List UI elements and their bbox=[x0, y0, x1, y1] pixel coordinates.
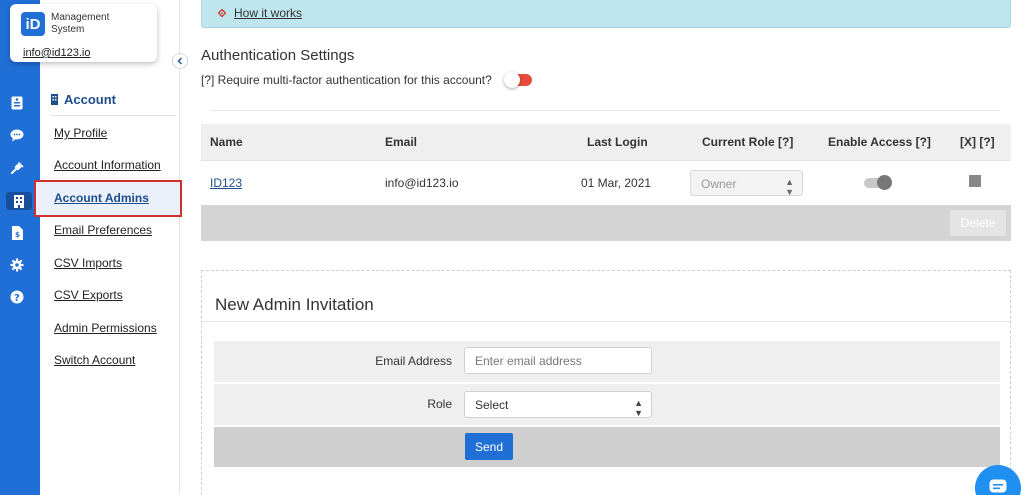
divider bbox=[210, 110, 1000, 111]
send-button[interactable]: Send bbox=[465, 433, 513, 460]
table-row: ID123 info@id123.io 01 Mar, 2021 Owner ▲… bbox=[201, 160, 1011, 205]
mfa-label: [?] Require multi-factor authentication … bbox=[201, 73, 492, 87]
admin-last-login: 01 Mar, 2021 bbox=[581, 176, 652, 190]
role-dropdown[interactable]: Select ▲ ▼ bbox=[464, 391, 652, 418]
admin-email: info@id123.io bbox=[385, 176, 459, 190]
remove-checkbox[interactable] bbox=[969, 175, 981, 187]
role-dropdown-value: Select bbox=[475, 398, 509, 412]
icon-rail: $ ? bbox=[0, 0, 40, 495]
select-arrows-icon: ▲ ▼ bbox=[634, 398, 643, 418]
svg-text:$: $ bbox=[15, 231, 20, 239]
role-label: Role bbox=[427, 397, 452, 411]
chat-bubble-icon bbox=[989, 479, 1007, 493]
select-arrows-icon: ▲ ▼ bbox=[785, 177, 794, 197]
sidebar-item-email-preferences[interactable]: Email Preferences bbox=[54, 223, 152, 237]
sidebar-section-title: Account bbox=[51, 92, 116, 107]
plug-icon[interactable] bbox=[9, 160, 25, 176]
enable-access-toggle[interactable] bbox=[864, 175, 892, 190]
svg-text:?: ? bbox=[14, 293, 20, 304]
invite-title: New Admin Invitation bbox=[215, 295, 374, 314]
sidebar-title-label: Account bbox=[64, 92, 116, 107]
chat-icon[interactable] bbox=[9, 127, 25, 143]
email-address-row: Email Address Enter email address bbox=[214, 341, 1000, 382]
email-address-label: Email Address bbox=[375, 354, 452, 368]
send-row: Send bbox=[214, 427, 1000, 467]
sidebar-item-my-profile[interactable]: My Profile bbox=[54, 126, 107, 140]
mfa-setting: [?] Require multi-factor authentication … bbox=[201, 72, 532, 88]
chevron-left-icon bbox=[177, 57, 182, 65]
brand-name: Management System bbox=[51, 12, 109, 36]
column-header-name[interactable]: Name bbox=[210, 135, 243, 149]
admins-table-footer: Delete bbox=[201, 205, 1011, 241]
role-row: Role Select ▲ ▼ bbox=[214, 384, 1000, 425]
sidebar-item-switch-account[interactable]: Switch Account bbox=[54, 353, 135, 367]
column-header-role[interactable]: Current Role [?] bbox=[702, 135, 793, 149]
column-header-access[interactable]: Enable Access [?] bbox=[828, 135, 931, 149]
mfa-toggle-knob bbox=[503, 72, 520, 88]
access-toggle-knob bbox=[877, 175, 892, 190]
delete-button[interactable]: Delete bbox=[950, 210, 1006, 236]
building-icon[interactable] bbox=[6, 192, 32, 210]
section-title-authentication: Authentication Settings bbox=[201, 47, 355, 64]
role-select[interactable]: Owner ▲ ▼ bbox=[690, 170, 803, 197]
brand-name-line2: System bbox=[51, 24, 85, 35]
admin-name-link[interactable]: ID123 bbox=[210, 176, 242, 190]
account-email-link[interactable]: info@id123.io bbox=[23, 47, 90, 59]
admins-table-header: Name Email Last Login Current Role [?] E… bbox=[201, 124, 1011, 160]
mfa-toggle[interactable] bbox=[503, 72, 532, 88]
document-icon[interactable]: $ bbox=[9, 225, 25, 241]
gear-icon[interactable] bbox=[9, 257, 25, 273]
column-header-email[interactable]: Email bbox=[385, 135, 417, 149]
email-address-input[interactable]: Enter email address bbox=[464, 347, 652, 374]
how-it-works-link[interactable]: How it works bbox=[218, 6, 302, 20]
divider bbox=[202, 321, 1010, 322]
sidebar-item-account-information[interactable]: Account Information bbox=[54, 158, 161, 172]
brand-logo: iD bbox=[21, 12, 45, 36]
info-banner: How it works bbox=[201, 0, 1011, 28]
sidebar-collapse-button[interactable] bbox=[172, 53, 188, 69]
sidebar-item-admin-permissions[interactable]: Admin Permissions bbox=[54, 321, 157, 335]
id-card-icon[interactable] bbox=[9, 95, 25, 111]
how-it-works-label: How it works bbox=[234, 6, 303, 20]
brand-name-line1: Management bbox=[51, 12, 110, 23]
sidebar-item-csv-exports[interactable]: CSV Exports bbox=[54, 288, 123, 302]
column-header-remove[interactable]: [X] [?] bbox=[960, 135, 995, 149]
sidebar bbox=[40, 0, 180, 495]
invite-panel: New Admin Invitation Email Address Enter… bbox=[201, 270, 1011, 495]
role-select-value: Owner bbox=[701, 177, 737, 191]
sidebar-item-csv-imports[interactable]: CSV Imports bbox=[54, 256, 122, 270]
help-icon[interactable]: ? bbox=[9, 289, 25, 305]
diamond-icon bbox=[218, 9, 226, 17]
sidebar-item-account-admins[interactable]: Account Admins bbox=[54, 191, 149, 205]
building-icon bbox=[51, 94, 58, 105]
sidebar-divider bbox=[50, 115, 176, 116]
brand-card: iD Management System info@id123.io bbox=[10, 4, 157, 62]
column-header-last-login[interactable]: Last Login bbox=[587, 135, 648, 149]
